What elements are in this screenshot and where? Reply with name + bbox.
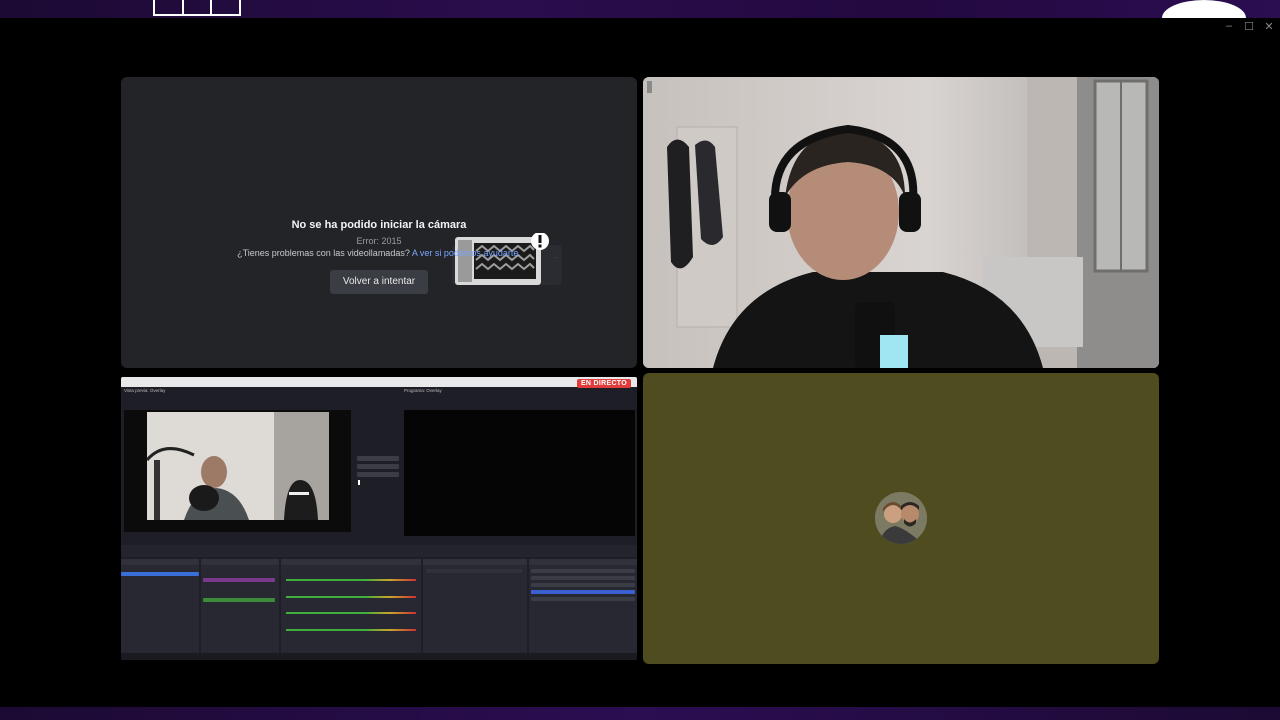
obs-program-label: Programa: Overlay — [404, 388, 442, 393]
obs-program-canvas — [404, 410, 635, 536]
obs-source-row[interactable] — [203, 598, 275, 602]
obs-preview-label: Vista previa: Overlay — [124, 388, 166, 393]
top-overlay-strip — [0, 0, 1280, 18]
obs-transition-button[interactable] — [357, 456, 399, 461]
maximize-icon[interactable]: ☐ — [1244, 20, 1254, 33]
audio-meter — [286, 629, 416, 631]
obs-virtual-camera-button[interactable] — [531, 583, 635, 587]
obs-source-row[interactable] — [203, 578, 275, 582]
audio-meter — [286, 596, 416, 598]
audio-meter — [286, 579, 416, 581]
obs-transition-select[interactable] — [357, 464, 399, 469]
error-code: Error: 2015 — [356, 236, 402, 246]
audio-meter — [286, 612, 416, 614]
obs-status-bar — [121, 653, 637, 660]
obs-studio-mode-button[interactable] — [531, 590, 635, 594]
close-icon[interactable]: ✕ — [1264, 20, 1274, 33]
live-badge: EN DIRECTO — [576, 379, 631, 388]
obs-settings-button[interactable] — [531, 597, 635, 601]
error-title: No se ha podido iniciar la cámara — [291, 219, 467, 231]
webcam-feed — [643, 77, 1159, 368]
bottom-overlay-strip — [0, 707, 1280, 720]
obs-start-record-button[interactable] — [531, 576, 635, 580]
obs-tbar[interactable] — [358, 480, 360, 485]
window-controls: – ☐ ✕ — [1224, 20, 1274, 33]
overlay-decoration — [1162, 0, 1246, 18]
obs-preview-image — [145, 412, 329, 520]
obs-transition-row[interactable] — [426, 569, 522, 573]
obs-transitions-dock — [423, 559, 527, 654]
obs-menubar — [121, 377, 637, 387]
screen-share-tile[interactable]: EN DIRECTO Vista previa: Overlay Program… — [121, 377, 637, 660]
obs-audio-mixer — [281, 559, 421, 654]
obs-preview-canvas — [124, 410, 351, 532]
overlay-logo — [153, 0, 241, 16]
avatar — [875, 492, 927, 544]
minimize-icon[interactable]: – — [1224, 20, 1234, 33]
obs-controls-dock — [529, 559, 637, 654]
camera-error-tile: × · No se ha podido iniciar la cámara Er… — [121, 77, 637, 368]
webcam-video-tile[interactable] — [643, 77, 1159, 368]
help-link[interactable]: A ver si podemos ayudarte. — [412, 248, 521, 258]
obs-sources-dock — [201, 559, 279, 654]
obs-scenes-dock — [121, 559, 199, 654]
obs-scene-selected[interactable] — [121, 572, 199, 576]
participant-avatar-tile[interactable] — [643, 373, 1159, 664]
obs-scene-collection-bar — [121, 545, 637, 557]
help-line: ¿Tienes problemas con las videollamadas?… — [121, 248, 637, 258]
help-text: ¿Tienes problemas con las videollamadas? — [237, 248, 410, 258]
avatar-image — [875, 492, 927, 544]
retry-button[interactable]: Volver a intentar — [330, 270, 428, 294]
obs-start-stream-button[interactable] — [531, 569, 635, 573]
obs-transition-duration[interactable] — [357, 472, 399, 477]
